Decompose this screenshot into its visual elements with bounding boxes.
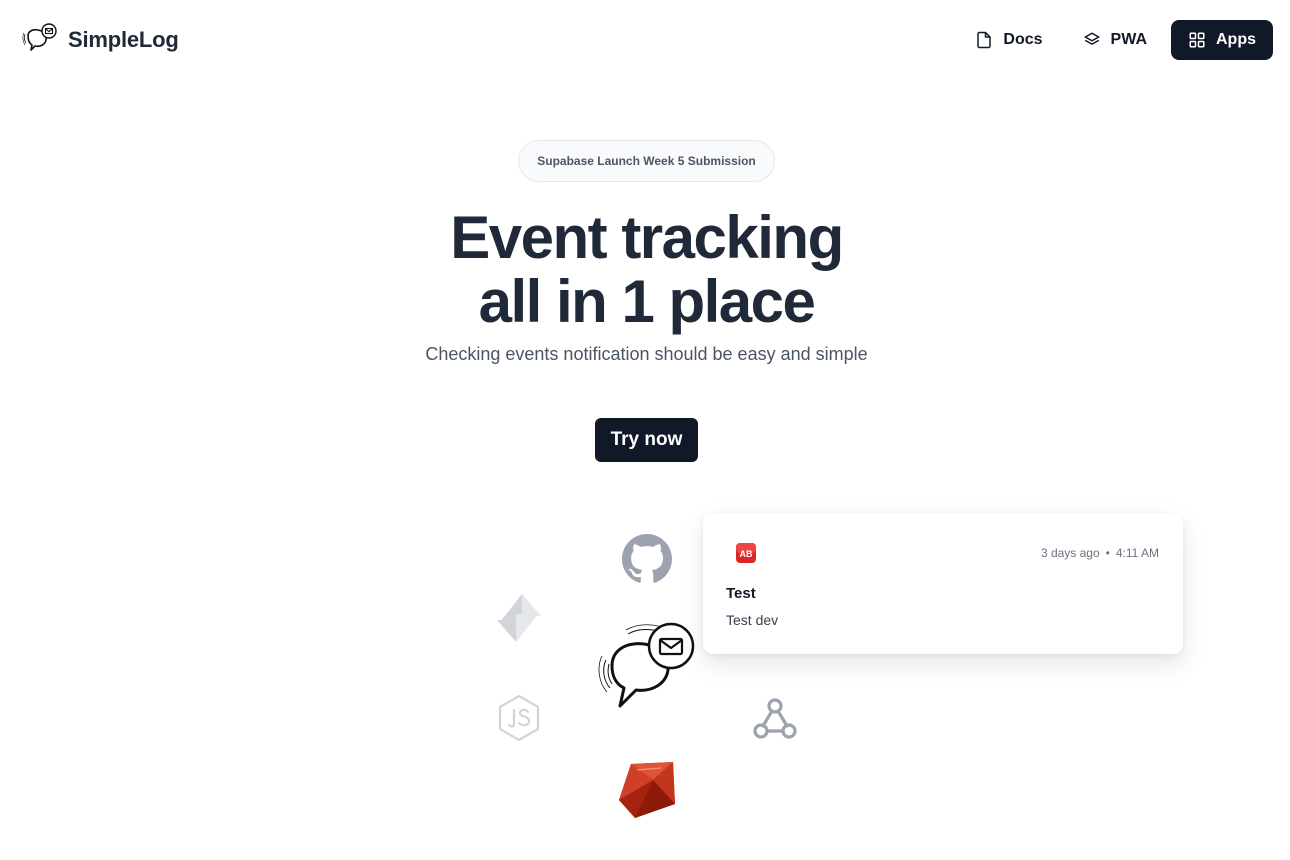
- nav-apps-label: Apps: [1216, 31, 1256, 48]
- nav-apps-button[interactable]: Apps: [1171, 20, 1273, 60]
- notification-time-clock: 4:11 AM: [1115, 546, 1159, 560]
- nav-docs-label: Docs: [1003, 31, 1043, 48]
- app-badge-icon: AB: [736, 543, 756, 563]
- brand-name: SimpleLog: [68, 27, 179, 52]
- app-badge-text: AB: [740, 549, 753, 559]
- hero-headline-line-2: all in 1 place: [478, 268, 816, 335]
- layers-icon: [1084, 32, 1100, 45]
- nav-pwa-link[interactable]: PWA: [1067, 20, 1163, 60]
- nav-pwa-label: PWA: [1110, 31, 1147, 48]
- grid-icon: [1189, 32, 1205, 48]
- notification-time-separator: •: [1105, 546, 1110, 560]
- notification-time-relative: 3 days ago: [1040, 546, 1100, 560]
- notification-description: Test dev: [726, 612, 779, 628]
- simplelog-logo-icon: [22, 23, 57, 51]
- site-header: SimpleLog Docs PWA Apps: [0, 0, 1290, 80]
- simplelog-chat-icon: [598, 622, 695, 708]
- notification-card[interactable]: AB 3 days ago • 4:11 AM Test Test dev: [703, 513, 1183, 654]
- hero-headline: Event tracking all in 1 place: [0, 206, 1290, 334]
- hero-subheadline: Checking events notification should be e…: [425, 344, 868, 364]
- top-nav: Docs PWA Apps: [951, 20, 1273, 60]
- github-icon: [622, 534, 672, 583]
- brand-logo-link[interactable]: SimpleLog: [22, 22, 179, 58]
- nodejs-icon: [498, 694, 540, 742]
- webhook-icon: [753, 698, 797, 739]
- notification-timestamp: 3 days ago • 4:11 AM: [1041, 546, 1159, 560]
- launch-week-badge[interactable]: Supabase Launch Week 5 Submission: [518, 140, 775, 182]
- try-now-button[interactable]: Try now: [595, 418, 698, 462]
- ruby-icon: [619, 762, 675, 818]
- hero-headline-line-1: Event tracking: [450, 204, 844, 271]
- nav-docs-link[interactable]: Docs: [959, 20, 1058, 60]
- supabase-icon: [497, 594, 541, 642]
- document-icon: [977, 31, 992, 49]
- notification-title: Test: [726, 585, 756, 602]
